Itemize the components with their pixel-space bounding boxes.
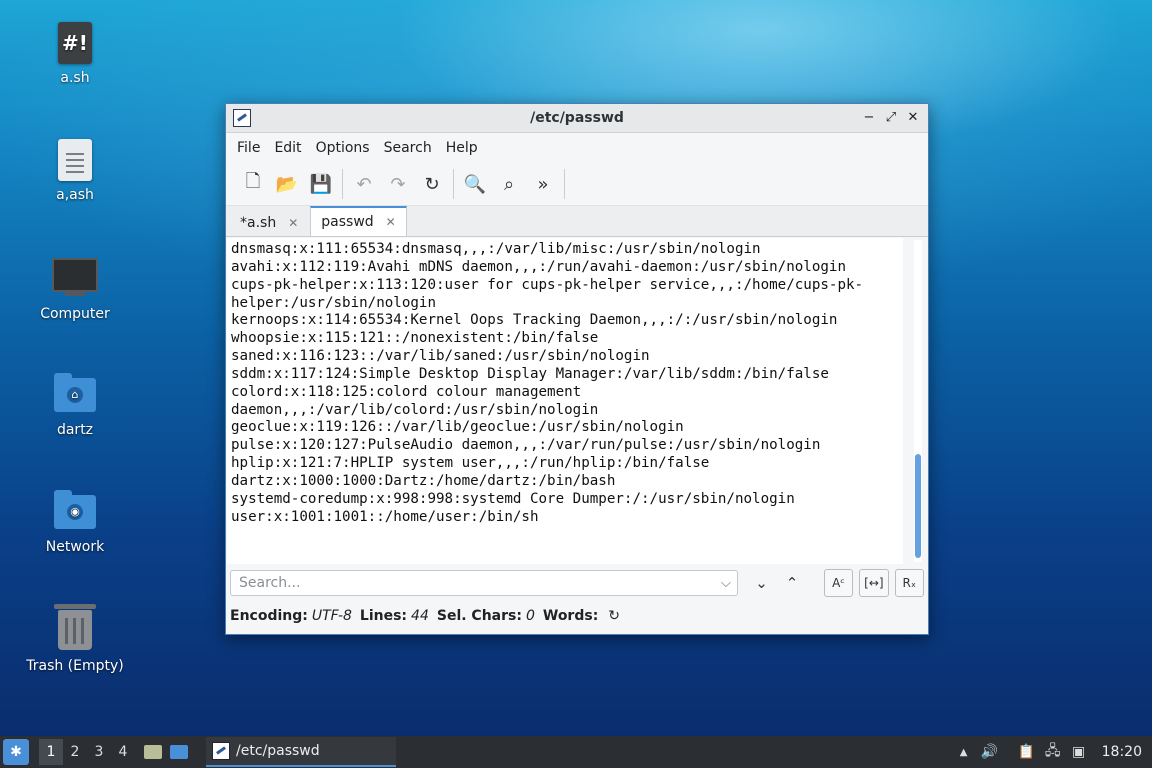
desktop-icon-trash[interactable]: Trash (Empty) — [20, 604, 130, 674]
desktop-icon-a-ash[interactable]: a,ash — [20, 139, 130, 203]
file-manager-icon[interactable] — [143, 742, 163, 762]
menu-edit[interactable]: Edit — [267, 140, 308, 156]
menubar: File Edit Options Search Help — [226, 133, 928, 163]
menu-options[interactable]: Options — [309, 140, 377, 156]
taskbar-window-etc-passwd[interactable]: /etc/passwd — [206, 737, 396, 767]
close-tab-icon[interactable]: ✕ — [386, 215, 396, 229]
lines-label: Lines: — [359, 608, 408, 624]
workspace-1[interactable]: 1 — [39, 739, 63, 765]
sel-chars-label: Sel. Chars: — [436, 608, 522, 624]
undo-icon[interactable]: ↶ — [347, 167, 381, 201]
network-icon[interactable]: 🖧 — [1043, 742, 1063, 762]
reload-icon[interactable]: ↻ — [415, 167, 449, 201]
search-input[interactable] — [237, 574, 721, 592]
desktop-icon-dartz[interactable]: ⌂ dartz — [20, 372, 130, 438]
new-document-icon[interactable]: 🗋 — [236, 167, 270, 201]
tab-label: passwd — [321, 214, 374, 230]
open-folder-icon[interactable]: 📂 — [270, 167, 304, 201]
text-editor-window: /etc/passwd − ⤢ ✕ File Edit Options Sear… — [225, 103, 929, 635]
workspace-4[interactable]: 4 — [111, 744, 135, 760]
trash-icon — [54, 604, 96, 650]
lines-value: 44 — [411, 608, 429, 624]
window-title: /etc/passwd — [530, 110, 624, 126]
close-tab-icon[interactable]: ✕ — [288, 216, 298, 230]
script-file-icon: #! — [58, 22, 92, 64]
desktop-icon-label: Network — [45, 539, 105, 555]
find-replace-icon[interactable]: ⌕ — [492, 167, 526, 201]
minimize-icon[interactable]: − — [860, 110, 878, 125]
desktop-icon-label: Trash (Empty) — [26, 658, 124, 674]
system-tray: ▲ 🔊 📋 🖧 ▣ 18:20 — [951, 736, 1152, 768]
more-icon[interactable]: » — [526, 167, 560, 201]
refresh-icon[interactable]: ↻ — [608, 608, 620, 624]
scrollbar-thumb[interactable] — [915, 454, 921, 558]
menu-help[interactable]: Help — [439, 140, 485, 156]
script-file-glyph: #! — [62, 31, 88, 55]
text-editor-app-icon — [233, 109, 251, 127]
find-next-icon[interactable]: ⌄ — [748, 569, 775, 597]
tab-label: *a.sh — [240, 214, 277, 231]
tray-expand-icon[interactable]: ▲ — [954, 742, 974, 762]
workspace-2[interactable]: 2 — [63, 744, 87, 760]
find-previous-icon[interactable]: ⌃ — [778, 569, 805, 597]
show-desktop-icon[interactable] — [169, 742, 189, 762]
text-file-icon — [58, 139, 92, 181]
desktop-icon-label: dartz — [56, 422, 94, 438]
computer-icon — [20, 258, 130, 296]
toolbar-separator — [453, 169, 454, 199]
taskbar-window-label: /etc/passwd — [236, 743, 320, 759]
desktop-icon-a-sh[interactable]: #! a.sh — [20, 22, 130, 86]
workspace-3[interactable]: 3 — [87, 744, 111, 760]
clock[interactable]: 18:20 — [1102, 744, 1142, 760]
network-folder-icon: ◉ — [54, 490, 96, 529]
close-icon[interactable]: ✕ — [904, 110, 922, 125]
start-menu-icon[interactable]: ✱ — [3, 739, 29, 765]
maximize-icon[interactable]: ⤢ — [882, 110, 900, 125]
find-bar: ⌵ ⌄ ⌃ Aᶜ [↔] Rₓ — [230, 568, 925, 598]
sel-chars-value: 0 — [525, 608, 535, 624]
volume-icon[interactable]: 🔊 — [980, 742, 1000, 762]
toolbar: 🗋 📂 💾 ↶ ↷ ↻ 🔍 ⌕ » — [226, 163, 928, 206]
desktop-icon-network[interactable]: ◉ Network — [20, 489, 130, 555]
taskbar: ✱ 1 2 3 4 /etc/passwd ▲ 🔊 📋 🖧 ▣ 18:20 — [0, 736, 1152, 768]
menu-file[interactable]: File — [230, 140, 267, 156]
toolbar-separator — [564, 169, 565, 199]
text-editor-app-icon — [212, 742, 230, 760]
regex-icon[interactable]: Rₓ — [894, 569, 925, 597]
redo-icon[interactable]: ↷ — [381, 167, 415, 201]
status-bar: Encoding: UTF-8 Lines: 44 Sel. Chars: 0 … — [230, 604, 620, 628]
window-titlebar[interactable]: /etc/passwd − ⤢ ✕ — [226, 104, 928, 133]
editor-content[interactable]: dnsmasq:x:111:65534:dnsmasq,,,:/var/lib/… — [227, 238, 903, 530]
display-icon[interactable]: ▣ — [1069, 742, 1089, 762]
whole-word-icon[interactable]: [↔] — [859, 569, 889, 597]
desktop-icon-computer[interactable]: Computer — [20, 254, 130, 322]
search-combobox[interactable]: ⌵ — [230, 570, 738, 596]
text-editor-area[interactable]: dnsmasq:x:111:65534:dnsmasq,,,:/var/lib/… — [227, 238, 903, 564]
tab-passwd[interactable]: passwd ✕ — [310, 206, 407, 236]
find-icon[interactable]: 🔍 — [458, 167, 492, 201]
encoding-label: Encoding: — [230, 608, 308, 624]
toolbar-separator — [342, 169, 343, 199]
desktop-icon-label: a.sh — [60, 70, 90, 86]
tab-a-sh[interactable]: *a.sh ✕ — [230, 209, 308, 236]
encoding-value: UTF-8 — [311, 608, 352, 624]
tab-bar: *a.sh ✕ passwd ✕ — [226, 206, 928, 237]
menu-search[interactable]: Search — [377, 140, 439, 156]
words-label: Words: — [542, 608, 599, 624]
desktop-icon-label: Computer — [40, 306, 110, 322]
desktop-icon-label: a,ash — [56, 187, 94, 203]
home-folder-icon: ⌂ — [54, 373, 96, 412]
chevron-down-icon[interactable]: ⌵ — [721, 576, 731, 591]
save-icon[interactable]: 💾 — [304, 167, 338, 201]
clipboard-icon[interactable]: 📋 — [1017, 742, 1037, 762]
match-case-icon[interactable]: Aᶜ — [823, 569, 854, 597]
